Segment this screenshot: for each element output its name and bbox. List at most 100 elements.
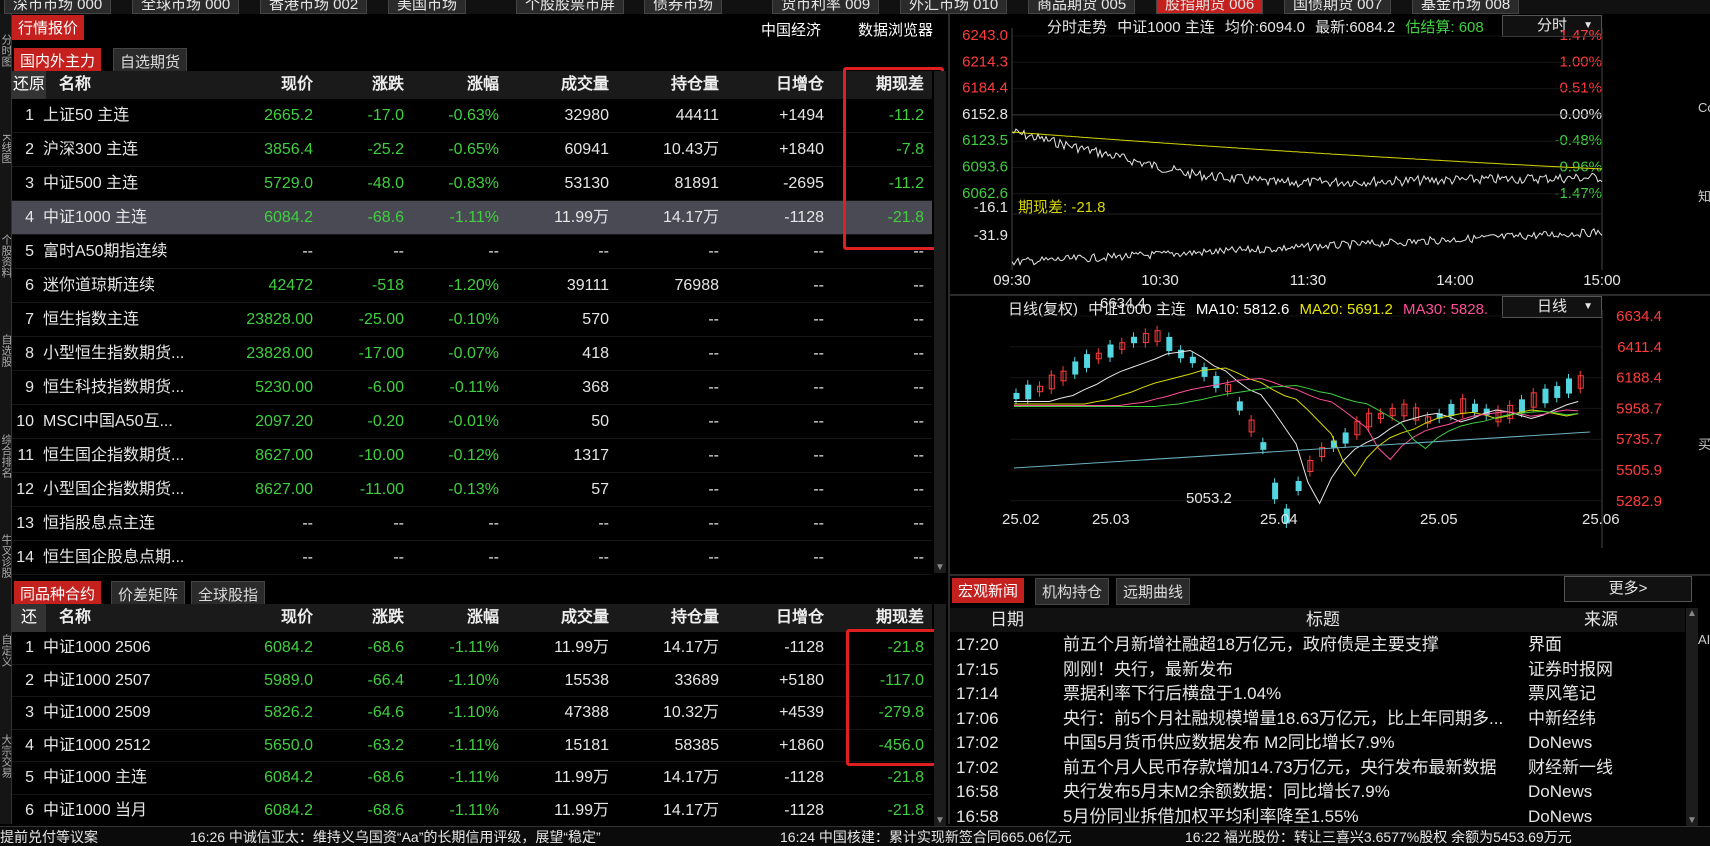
- table-row[interactable]: 3 中证500 主连 5729.0 -48.0 -0.83% 53130 81891 -269…: [12, 167, 932, 201]
- news-item[interactable]: 17:20 前五个月新增社融超18万亿元，政府债是主要支撑 界面: [950, 632, 1685, 657]
- restore-button[interactable]: 还: [12, 604, 46, 632]
- cell-name: 中证1000 2506: [43, 639, 151, 656]
- table-row[interactable]: 13 恒指股息点主连 -- -- -- -- -- -- --: [12, 507, 932, 541]
- market-tab[interactable]: 个股股票市屏: [516, 0, 625, 14]
- table-row[interactable]: 9 恒生科技指数期货... 5230.00 -6.00 -0.11% 368 -- -- --: [12, 371, 932, 405]
- table-row[interactable]: 2 沪深300 主连 3856.4 -25.2 -0.65% 60941 10.43万 +18…: [12, 133, 932, 167]
- scroll-down-icon[interactable]: ▼: [934, 815, 946, 826]
- more-news-button[interactable]: 更多>: [1564, 576, 1692, 602]
- tab-macro-news[interactable]: 宏观新闻: [952, 578, 1025, 603]
- column-header[interactable]: 涨跌: [312, 604, 404, 632]
- table-row[interactable]: 1 上证50 主连 2665.2 -17.0 -0.63% 32980 44411 +1494…: [12, 99, 932, 133]
- market-tab[interactable]: 香港市场 002: [260, 0, 368, 14]
- table-row[interactable]: 4 中证1000 主连 6084.2 -68.6 -1.11% 11.99万 14.17万 -…: [12, 201, 932, 235]
- table-row[interactable]: 11 恒生国企指数期货... 8627.00 -10.00 -0.12% 1317 -- --…: [12, 439, 932, 473]
- cell-basis: --: [913, 413, 924, 430]
- market-tab[interactable]: 货币利率 009: [772, 0, 880, 14]
- left-vtab[interactable]: 牛叉诊股: [0, 534, 11, 604]
- tab-domestic-foreign-main[interactable]: 国内外主力: [14, 48, 102, 73]
- table-row[interactable]: 12 小型国企指数期货... 8627.00 -11.00 -0.13% 57 -- -- --: [12, 473, 932, 507]
- column-header[interactable]: 名称: [43, 71, 203, 99]
- column-header[interactable]: 涨跌: [312, 71, 404, 99]
- table-row[interactable]: 5 中证1000 主连 6084.2 -68.6 -1.11% 11.99万 14.17万 -…: [12, 762, 932, 795]
- left-vtab[interactable]: 分时图: [0, 34, 11, 104]
- table-row[interactable]: 4 中证1000 2512 5650.0 -63.2 -1.11% 15181 58385 +…: [12, 730, 932, 762]
- table-row[interactable]: 10 MSCI中国A50互... 2097.20 -0.20 -0.01% 50 -- -- -…: [12, 405, 932, 439]
- kline-axis-label: 5505.9: [1616, 462, 1662, 479]
- column-header[interactable]: 持仓量: [609, 71, 719, 99]
- column-header[interactable]: 现价: [197, 71, 313, 99]
- table-row[interactable]: 7 恒生指数主连 23828.00 -25.00 -0.10% 570 -- -- --: [12, 303, 932, 337]
- top-table-scrollbar[interactable]: ▼: [934, 71, 946, 573]
- column-header[interactable]: 成交量: [499, 604, 609, 632]
- market-tab[interactable]: 基金市场 008: [1412, 0, 1520, 14]
- news-scrollbar[interactable]: ▲ ▼: [1686, 608, 1698, 826]
- table-row[interactable]: 8 小型恒生指数期货... 23828.00 -17.00 -0.07% 418 -- -- -…: [12, 337, 932, 371]
- table-row[interactable]: 3 中证1000 2509 5826.2 -64.6 -1.10% 47388 10.32万…: [12, 697, 932, 730]
- left-vtab[interactable]: 自定义: [0, 634, 11, 704]
- ticker-item[interactable]: 16:26 中诚信亚太：维持义乌国资“Aa”的长期信用评级，展望“稳定”: [190, 827, 601, 846]
- market-tab[interactable]: 全球市场 000: [132, 0, 240, 14]
- cell-change: -17.00: [358, 345, 404, 362]
- table-row[interactable]: 1 中证1000 2506 6084.2 -68.6 -1.11% 11.99万 14.17…: [12, 632, 932, 665]
- market-tab[interactable]: 商品期货 005: [1028, 0, 1136, 14]
- cell-price: 5989.0: [264, 671, 313, 689]
- news-item[interactable]: 17:15 刚刚！央行，最新发布 证券时报网: [950, 657, 1685, 682]
- table-row[interactable]: 6 迷你道琼斯连续 42472 -518 -1.20% 39111 76988 -- --: [12, 269, 932, 303]
- restore-button[interactable]: 还原: [12, 71, 46, 99]
- column-header[interactable]: 成交量: [499, 71, 609, 99]
- left-vtab[interactable]: K线图: [0, 134, 11, 204]
- kline-axis-label: 5282.9: [1616, 493, 1662, 510]
- cell-idx: 4: [25, 736, 34, 754]
- news-item[interactable]: 17:02 前五个月人民币存款增加14.73万亿元，央行发布最新数据 财经新一线: [950, 755, 1685, 780]
- left-vtab[interactable]: 综合排名: [0, 434, 11, 504]
- news-col-title: 标题: [1306, 610, 1340, 629]
- news-source: 证券时报网: [1528, 659, 1613, 679]
- column-header[interactable]: 名称: [43, 604, 203, 632]
- tab-same-contracts[interactable]: 同品种合约: [14, 581, 102, 606]
- ticker-item[interactable]: 16:22 福光股份：转让三喜兴3.6577%股权 余额为5453.69万元: [1185, 827, 1572, 846]
- cell-doi: --: [813, 243, 824, 260]
- tab-forward-curve[interactable]: 远期曲线: [1116, 578, 1191, 605]
- cell-change: --: [393, 515, 404, 532]
- column-header[interactable]: 持仓量: [609, 604, 719, 632]
- market-tab[interactable]: 债券市场: [644, 0, 723, 14]
- scroll-down-icon[interactable]: ▼: [1686, 815, 1698, 826]
- table-row[interactable]: 5 富时A50期指连续 -- -- -- -- -- -- --: [12, 235, 932, 269]
- news-item[interactable]: 17:14 票据利率下行后横盘于1.04% 票风笔记: [950, 681, 1685, 706]
- market-tab[interactable]: 外汇市场 010: [900, 0, 1008, 14]
- table-row[interactable]: 14 恒生国企股息点期... -- -- -- -- -- -- --: [12, 541, 932, 575]
- china-economy-link[interactable]: 中国经济: [755, 17, 827, 42]
- data-browser-link[interactable]: 数据浏览器: [852, 17, 939, 42]
- quotes-header-tab[interactable]: 行情报价: [12, 15, 85, 40]
- left-vtab[interactable]: 大宗交易: [0, 734, 11, 804]
- intraday-period-select[interactable]: 分时 ▼: [1502, 15, 1602, 37]
- market-tab[interactable]: 深市市场 000: [4, 0, 112, 14]
- market-tab[interactable]: 美国市场: [388, 0, 467, 14]
- ticker-item[interactable]: 16:24 中国核建：累计实现新签合同665.06亿元: [780, 827, 1072, 846]
- column-header[interactable]: 现价: [197, 604, 313, 632]
- column-header[interactable]: 日增仓: [719, 71, 824, 99]
- news-item[interactable]: 16:58 央行发布5月末M2余额数据：同比增长7.9% DoNews: [950, 779, 1685, 804]
- news-item[interactable]: 16:58 5月份同业拆借加权平均利率降至1.55% DoNews: [950, 804, 1685, 827]
- column-header[interactable]: 期现差: [824, 604, 924, 632]
- ticker-item[interactable]: 提前兑付等议案: [0, 827, 98, 846]
- column-header[interactable]: 日增仓: [719, 604, 824, 632]
- cell-price: 5826.2: [264, 704, 313, 721]
- bottom-table-scrollbar[interactable]: ▼: [934, 604, 946, 826]
- news-item[interactable]: 17:06 央行：前5个月社融规模增量18.63万亿元，比上年同期多... 中新经纬: [950, 706, 1685, 731]
- news-item[interactable]: 17:02 中国5月货币供应数据发布 M2同比增长7.9% DoNews: [950, 730, 1685, 755]
- scroll-down-icon[interactable]: ▼: [934, 562, 946, 573]
- left-vtab[interactable]: 自选股: [0, 334, 11, 404]
- scroll-up-icon[interactable]: ▲: [1686, 608, 1698, 619]
- cell-change: -25.00: [358, 311, 404, 328]
- table-row[interactable]: 2 中证1000 2507 5989.0 -66.4 -1.10% 15538 33689 +…: [12, 665, 932, 697]
- kline-period-select[interactable]: 日线 ▼: [1502, 296, 1602, 318]
- table-row[interactable]: 6 中证1000 当月 6084.2 -68.6 -1.11% 11.99万 14.17万 -…: [12, 795, 932, 827]
- tab-institution-holdings[interactable]: 机构持仓: [1035, 578, 1110, 605]
- market-tab[interactable]: 股指期货 006: [1156, 0, 1264, 14]
- left-vtab[interactable]: 个股资料: [0, 234, 11, 304]
- column-header[interactable]: 涨幅: [404, 71, 499, 99]
- market-tab[interactable]: 国债期货 007: [1284, 0, 1392, 14]
- column-header[interactable]: 涨幅: [404, 604, 499, 632]
